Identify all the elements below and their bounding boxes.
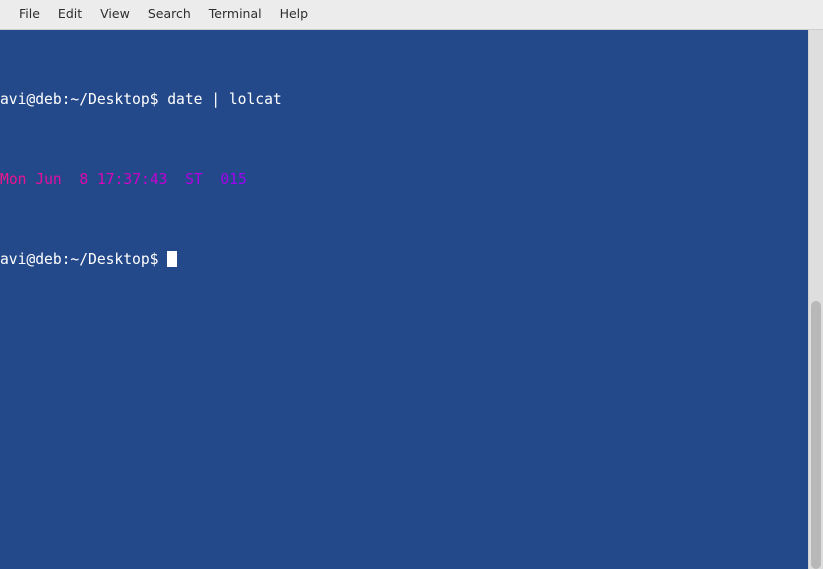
terminal-window: File Edit View Search Terminal Help avi@… bbox=[0, 0, 823, 569]
terminal-output: avi@deb:~/Desktop$ date | lolcat Mon Jun… bbox=[0, 30, 808, 330]
rainbow-char: 8 bbox=[79, 171, 89, 188]
rainbow-char: 7 bbox=[132, 171, 141, 188]
menu-file[interactable]: File bbox=[10, 5, 49, 24]
rainbow-char: T bbox=[193, 171, 203, 188]
shell-prompt: avi@deb:~/Desktop$ bbox=[0, 251, 168, 268]
rainbow-char: o bbox=[8, 171, 18, 188]
rainbow-char: 1 bbox=[229, 171, 238, 188]
rainbow-char: 3 bbox=[123, 171, 133, 188]
rainbow-char: : bbox=[141, 171, 150, 188]
rainbow-char bbox=[167, 171, 176, 188]
command-text: date | lolcat bbox=[167, 91, 282, 108]
rainbow-char: J bbox=[35, 171, 45, 188]
rainbow-char: 5 bbox=[237, 171, 247, 188]
rainbow-char bbox=[88, 171, 97, 188]
rainbow-char: 1 bbox=[96, 171, 106, 188]
terminal-line-command: avi@deb:~/Desktop$ date | lolcat bbox=[0, 90, 808, 110]
menu-bar: File Edit View Search Terminal Help bbox=[0, 0, 823, 30]
rainbow-char: I bbox=[176, 171, 186, 188]
terminal-body: avi@deb:~/Desktop$ date | lolcat Mon Jun… bbox=[0, 30, 823, 569]
menu-view[interactable]: View bbox=[91, 5, 139, 24]
rainbow-char: 7 bbox=[105, 171, 115, 188]
terminal-line-rainbow-output: Mon Jun 8 17:37:43 IST 2015 bbox=[0, 170, 808, 190]
shell-prompt: avi@deb:~/Desktop$ bbox=[0, 91, 168, 108]
rainbow-char: n bbox=[52, 171, 62, 188]
rainbow-char bbox=[203, 171, 212, 188]
rainbow-char: 2 bbox=[211, 171, 221, 188]
menu-search[interactable]: Search bbox=[139, 5, 200, 24]
rainbow-char bbox=[62, 171, 71, 188]
terminal-screen[interactable]: avi@deb:~/Desktop$ date | lolcat Mon Jun… bbox=[0, 30, 808, 569]
rainbow-char bbox=[26, 171, 35, 188]
rainbow-char: 4 bbox=[149, 171, 159, 188]
scrollbar-thumb[interactable] bbox=[811, 301, 821, 569]
rainbow-char bbox=[71, 171, 80, 188]
vertical-scrollbar[interactable] bbox=[808, 30, 823, 569]
terminal-line-prompt: avi@deb:~/Desktop$ bbox=[0, 250, 808, 270]
menu-help[interactable]: Help bbox=[271, 5, 318, 24]
menu-terminal[interactable]: Terminal bbox=[200, 5, 271, 24]
rainbow-char: u bbox=[44, 171, 53, 188]
rainbow-char: 0 bbox=[220, 171, 230, 188]
rainbow-char: M bbox=[0, 171, 9, 188]
menu-edit[interactable]: Edit bbox=[49, 5, 91, 24]
text-cursor bbox=[167, 251, 177, 267]
rainbow-char: S bbox=[185, 171, 194, 188]
